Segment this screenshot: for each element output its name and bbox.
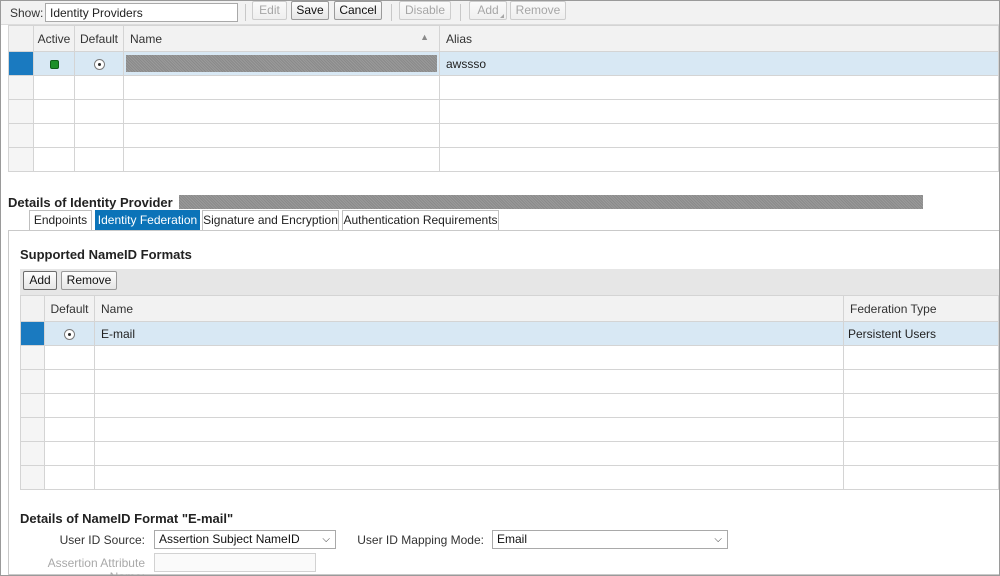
user-id-mapping-select[interactable]: Email ⌵	[492, 530, 728, 549]
table-row[interactable]	[20, 393, 999, 418]
row-selector[interactable]	[20, 345, 45, 370]
column-header-alias[interactable]: Alias	[439, 25, 999, 52]
table-row[interactable]: awssso	[8, 51, 999, 76]
row-selector[interactable]	[20, 417, 45, 442]
show-input[interactable]	[45, 3, 238, 22]
cancel-button[interactable]: Cancel	[334, 1, 382, 20]
user-id-source-select[interactable]: Assertion Subject NameID ⌵	[154, 530, 336, 549]
remove-button[interactable]: Remove	[510, 1, 566, 20]
redacted-provider-name	[179, 195, 923, 209]
table-row[interactable]	[8, 123, 999, 148]
add-button-label: Add	[477, 3, 499, 17]
user-id-source-value: Assertion Subject NameID	[159, 532, 300, 546]
assertion-attribute-input[interactable]	[154, 553, 316, 572]
row-selector[interactable]	[20, 369, 45, 394]
show-label: Show:	[10, 6, 44, 20]
column-header-default[interactable]: Default	[44, 295, 95, 322]
column-header-name[interactable]: Name ▲	[123, 25, 440, 52]
tab-signature-and-encryption[interactable]: Signature and Encryption	[202, 210, 339, 230]
table-row[interactable]	[20, 441, 999, 466]
alias-cell: awssso	[439, 51, 999, 76]
active-cell	[33, 51, 75, 76]
toolbar-separator	[245, 4, 246, 21]
add-button[interactable]: Add	[469, 1, 507, 20]
name-cell	[123, 51, 440, 76]
name-cell: E-mail	[94, 321, 844, 346]
identity-providers-table: Active Default Name ▲ Alias awssso	[8, 25, 999, 172]
column-header-default[interactable]: Default	[74, 25, 124, 52]
nameid-remove-button[interactable]: Remove	[61, 271, 117, 290]
row-selector[interactable]	[8, 51, 34, 76]
active-status-icon	[49, 59, 59, 69]
details-title: Details of Identity Provider	[8, 195, 173, 210]
tab-authentication-requirements[interactable]: Authentication Requirements	[342, 210, 499, 230]
tab-endpoints[interactable]: Endpoints	[29, 210, 92, 230]
column-header-active[interactable]: Active	[33, 25, 75, 52]
table-row[interactable]	[8, 99, 999, 124]
table-row[interactable]	[20, 465, 999, 490]
default-radio[interactable]	[64, 328, 75, 340]
identity-provider-window: Show: Edit Save Cancel Disable Add Remov…	[0, 0, 1000, 576]
row-selector[interactable]	[20, 441, 45, 466]
main-toolbar: Show: Edit Save Cancel Disable Add Remov…	[1, 1, 999, 25]
row-selector[interactable]	[20, 465, 45, 490]
row-selector[interactable]	[8, 75, 34, 100]
row-selector-header[interactable]	[8, 25, 34, 52]
assertion-attribute-label: Assertion Attribute Name:	[47, 556, 145, 575]
table-row[interactable]: E-mail Persistent Users	[20, 321, 999, 346]
sort-ascending-icon[interactable]: ▲	[420, 32, 429, 42]
row-selector[interactable]	[20, 393, 45, 418]
table-row[interactable]	[8, 147, 999, 172]
format-details-title: Details of NameID Format "E-mail"	[20, 511, 234, 526]
chevron-down-icon: ⌵	[322, 534, 330, 545]
user-id-mapping-label: User ID Mapping Mode:	[357, 533, 484, 547]
nameid-toolbar: Add Remove	[20, 269, 999, 295]
federation-type-cell: Persistent Users	[843, 321, 999, 346]
toolbar-separator	[391, 4, 392, 21]
nameid-add-button[interactable]: Add	[23, 271, 57, 290]
column-header-name[interactable]: Name	[94, 295, 844, 322]
table-row[interactable]	[20, 345, 999, 370]
row-selector-header[interactable]	[20, 295, 45, 322]
user-id-mapping-value: Email	[497, 532, 528, 546]
disable-button[interactable]: Disable	[399, 1, 451, 20]
nameid-formats-table: Default Name Federation Type E-mail Pers…	[20, 295, 999, 490]
default-cell[interactable]	[44, 321, 95, 346]
table-row[interactable]	[8, 75, 999, 100]
chevron-down-icon: ⌵	[714, 534, 722, 545]
column-header-name-label: Name	[130, 31, 163, 46]
tab-identity-federation[interactable]: Identity Federation	[95, 210, 200, 230]
user-id-source-label: User ID Source:	[59, 533, 145, 547]
default-radio[interactable]	[93, 58, 105, 70]
row-selector[interactable]	[8, 99, 34, 124]
edit-button[interactable]: Edit	[252, 1, 287, 20]
table-row[interactable]	[20, 369, 999, 394]
row-selector[interactable]	[8, 123, 34, 148]
row-selector[interactable]	[8, 147, 34, 172]
row-selector[interactable]	[20, 321, 45, 346]
save-button[interactable]: Save	[291, 1, 329, 20]
toolbar-separator	[460, 4, 461, 21]
nameid-section-title: Supported NameID Formats	[20, 247, 192, 262]
default-cell[interactable]	[74, 51, 124, 76]
dropdown-corner-icon	[500, 14, 504, 18]
redacted-name	[126, 55, 437, 72]
column-header-federation-type[interactable]: Federation Type	[843, 295, 999, 322]
table-row[interactable]	[20, 417, 999, 442]
